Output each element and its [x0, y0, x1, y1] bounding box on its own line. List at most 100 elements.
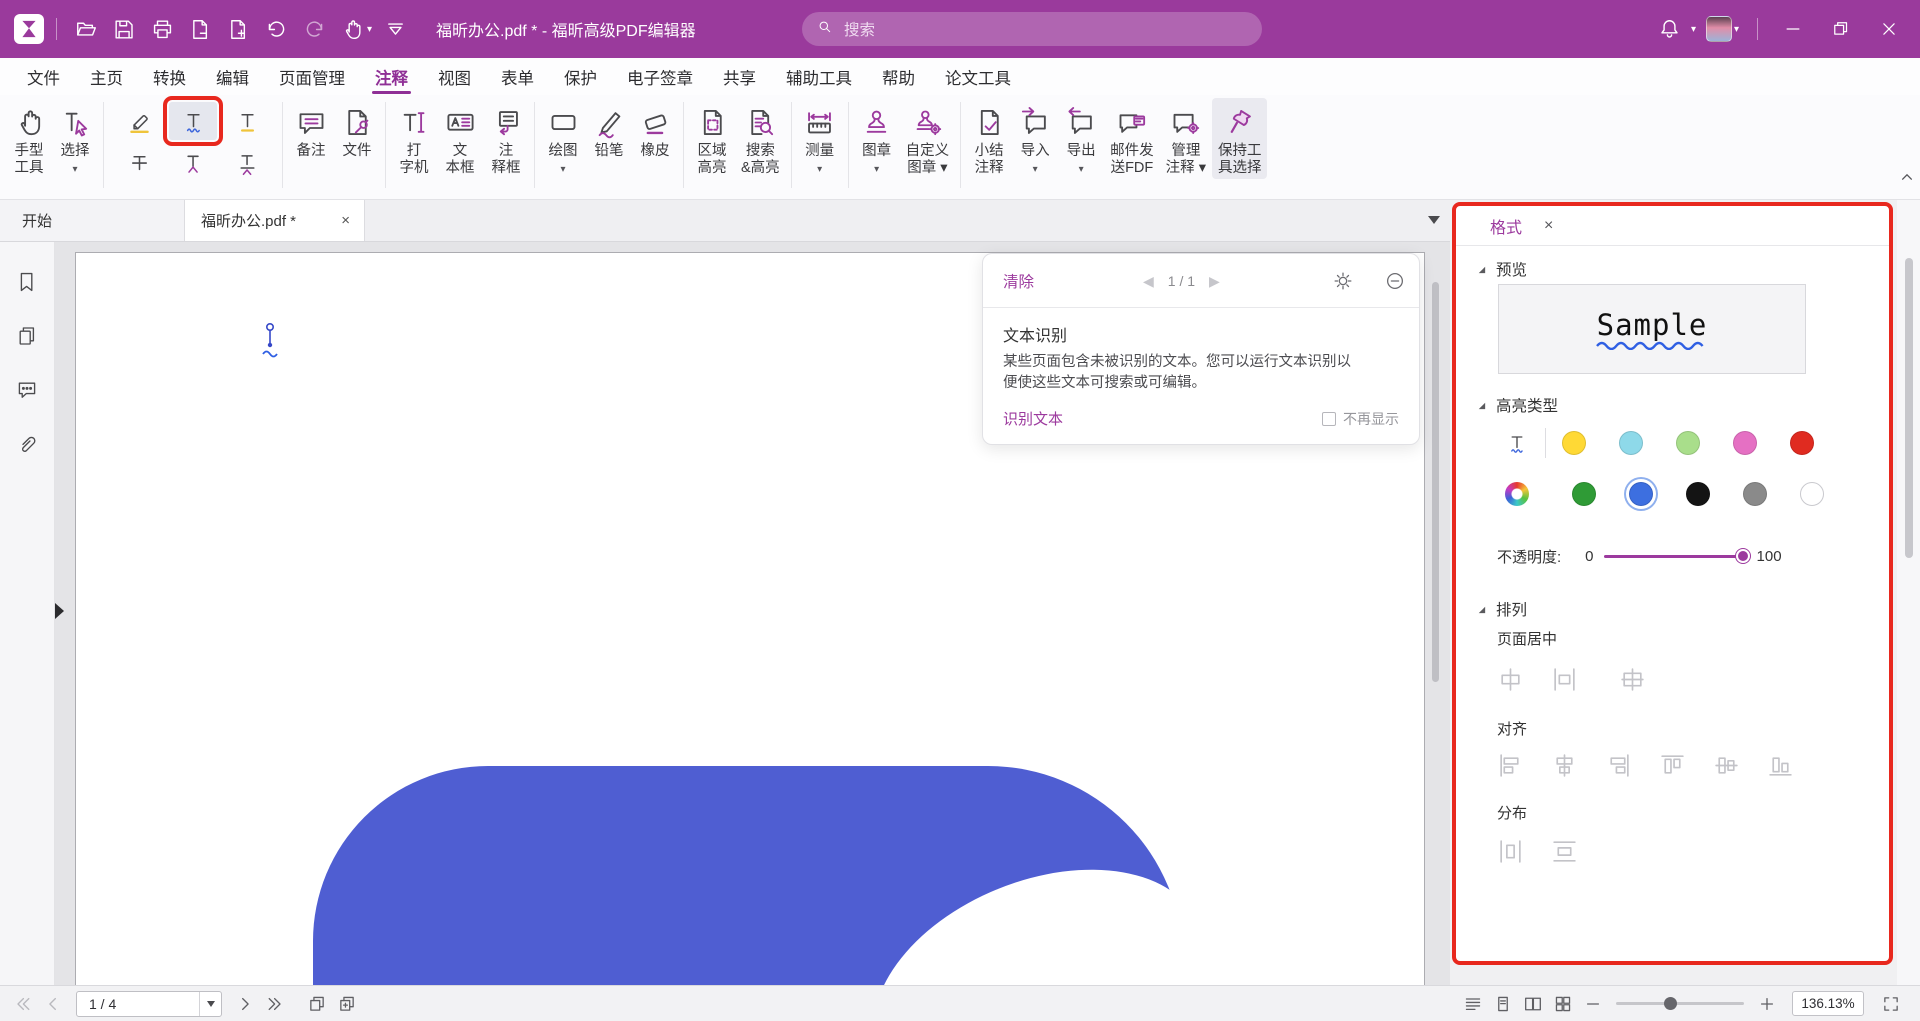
previous-page-icon[interactable]: ◀ [1143, 273, 1154, 290]
notifications-bell-icon[interactable] [1651, 10, 1689, 48]
eraser-tool-button[interactable]: 橡皮 [632, 98, 678, 163]
distribute-vertically-button[interactable] [1551, 834, 1619, 868]
redo-button[interactable] [295, 10, 333, 48]
thumbnail-view-button[interactable] [1548, 990, 1578, 1018]
document-scrollbar-thumb[interactable] [1432, 282, 1439, 682]
undo-button[interactable] [257, 10, 295, 48]
import-comments-tool-button[interactable]: 导入▾ [1012, 98, 1058, 181]
align-right-button[interactable] [1605, 748, 1659, 782]
highlight-text-tool-button[interactable] [115, 102, 163, 140]
minimize-dialog-icon[interactable] [1383, 269, 1407, 293]
squiggly-type-icon[interactable] [1505, 429, 1529, 457]
squiggly-underline-tool-button[interactable] [169, 102, 217, 140]
swatch-blue[interactable] [1629, 482, 1653, 506]
replace-text-tool-button[interactable] [223, 144, 271, 182]
tab-document[interactable]: 福昕办公.pdf * × [185, 200, 365, 241]
swatch-gray[interactable] [1743, 482, 1767, 506]
align-bottom-button[interactable] [1767, 748, 1821, 782]
search-input[interactable]: 搜索 [802, 12, 1262, 46]
note-tool-button[interactable]: 备注 [288, 98, 334, 163]
pages-panel-button[interactable] [7, 318, 47, 358]
restore-button[interactable] [1820, 8, 1862, 50]
menu-item-3[interactable]: 转换 [138, 58, 201, 95]
minimize-button[interactable] [1772, 8, 1814, 50]
swatch-red[interactable] [1790, 431, 1814, 455]
distribute-horizontally-button[interactable] [1497, 834, 1551, 868]
hand-tool-button[interactable]: 手型工具 [6, 98, 52, 179]
pencil-tool-button[interactable]: 铅笔 [586, 98, 632, 163]
reading-mode-button[interactable] [1458, 990, 1488, 1018]
user-avatar[interactable] [1706, 16, 1732, 42]
opacity-slider-handle[interactable] [1736, 549, 1750, 563]
center-vertically-button[interactable] [1551, 662, 1619, 696]
swatch-cyan[interactable] [1619, 431, 1643, 455]
dont-show-checkbox[interactable] [1322, 412, 1336, 426]
page-number-dropdown[interactable] [199, 992, 221, 1016]
previous-view-button[interactable] [302, 990, 332, 1018]
manage-comments-tool-button[interactable]: 管理注释 ▾ [1160, 98, 1212, 179]
collapse-ribbon-button[interactable] [1896, 166, 1918, 188]
menu-item-4[interactable]: 编辑 [201, 58, 264, 95]
export-comments-tool-button[interactable]: 导出▾ [1058, 98, 1104, 181]
zoom-out-button[interactable] [1578, 990, 1608, 1018]
menu-item-1[interactable]: 文件 [12, 58, 75, 95]
menu-item-11[interactable]: 共享 [708, 58, 771, 95]
panel-scrollbar-thumb[interactable] [1905, 258, 1913, 558]
panel-expand-handle[interactable] [55, 603, 64, 619]
zoom-slider[interactable] [1616, 1002, 1744, 1005]
center-both-button[interactable] [1619, 662, 1673, 696]
menu-item-12[interactable]: 辅助工具 [771, 58, 867, 95]
next-page-icon[interactable]: ▶ [1209, 273, 1220, 290]
panel-close-icon[interactable]: × [1544, 217, 1553, 235]
recognize-text-link[interactable]: 识别文本 [1003, 408, 1063, 429]
add-page-button[interactable] [219, 10, 257, 48]
menu-item-8[interactable]: 表单 [486, 58, 549, 95]
insert-text-tool-button[interactable] [169, 144, 217, 182]
drawing-tool-button[interactable]: 绘图▾ [540, 98, 586, 181]
keep-tool-selected-button[interactable]: 保持工具选择 [1212, 98, 1268, 179]
next-page-button[interactable] [230, 990, 260, 1018]
menu-item-9[interactable]: 保护 [549, 58, 612, 95]
measure-tool-button[interactable]: 测量▾ [797, 98, 843, 181]
facing-page-view-button[interactable] [1518, 990, 1548, 1018]
zoom-in-button[interactable] [1752, 990, 1782, 1018]
menu-item-7[interactable]: 视图 [423, 58, 486, 95]
highlight-type-section-header[interactable]: 高亮类型 [1476, 394, 1558, 416]
close-button[interactable] [1868, 8, 1910, 50]
squiggly-annotation-mark[interactable] [260, 321, 288, 359]
swatch-pink[interactable] [1733, 431, 1757, 455]
previous-page-button[interactable] [38, 990, 68, 1018]
textbox-tool-button[interactable]: 文本框 [437, 98, 483, 179]
callout-tool-button[interactable]: 注释框 [483, 98, 529, 179]
customize-toolbar-button[interactable] [376, 10, 414, 48]
settings-gear-icon[interactable] [1331, 269, 1355, 293]
email-fdf-tool-button[interactable]: 邮件发送FDF [1104, 98, 1160, 179]
menu-item-5[interactable]: 页面管理 [264, 58, 360, 95]
search-highlight-tool-button[interactable]: 搜索&高亮 [735, 98, 786, 179]
format-tab[interactable]: 格式 [1490, 214, 1522, 238]
summarize-comments-tool-button[interactable]: 小结注释 [966, 98, 1012, 179]
swatch-green[interactable] [1572, 482, 1596, 506]
last-page-button[interactable] [260, 990, 290, 1018]
menu-item-6[interactable]: 注释 [360, 58, 423, 95]
save-button[interactable] [105, 10, 143, 48]
account-dropdown-arrow[interactable]: ▾ [1734, 24, 1739, 35]
strikeout-text-tool-button[interactable] [115, 144, 163, 182]
fullscreen-button[interactable] [1876, 990, 1906, 1018]
select-tool-button[interactable]: 选择▾ [52, 98, 98, 181]
next-view-button[interactable] [332, 990, 362, 1018]
remove-page-button[interactable] [181, 10, 219, 48]
align-top-button[interactable] [1659, 748, 1713, 782]
area-highlight-tool-button[interactable]: 区域高亮 [689, 98, 735, 179]
first-page-button[interactable] [8, 990, 38, 1018]
custom-stamp-tool-button[interactable]: 自定义图章 ▾ [900, 98, 956, 179]
align-left-button[interactable] [1497, 748, 1551, 782]
menu-item-10[interactable]: 电子签章 [612, 58, 708, 95]
print-button[interactable] [143, 10, 181, 48]
swatch-black[interactable] [1686, 482, 1710, 506]
hand-mode-dropdown-arrow[interactable]: ▾ [367, 24, 372, 35]
arrange-section-header[interactable]: 排列 [1476, 598, 1527, 620]
typewriter-tool-button[interactable]: 打字机 [391, 98, 437, 179]
tab-list-dropdown[interactable] [1428, 216, 1440, 224]
swatch-white[interactable] [1800, 482, 1824, 506]
